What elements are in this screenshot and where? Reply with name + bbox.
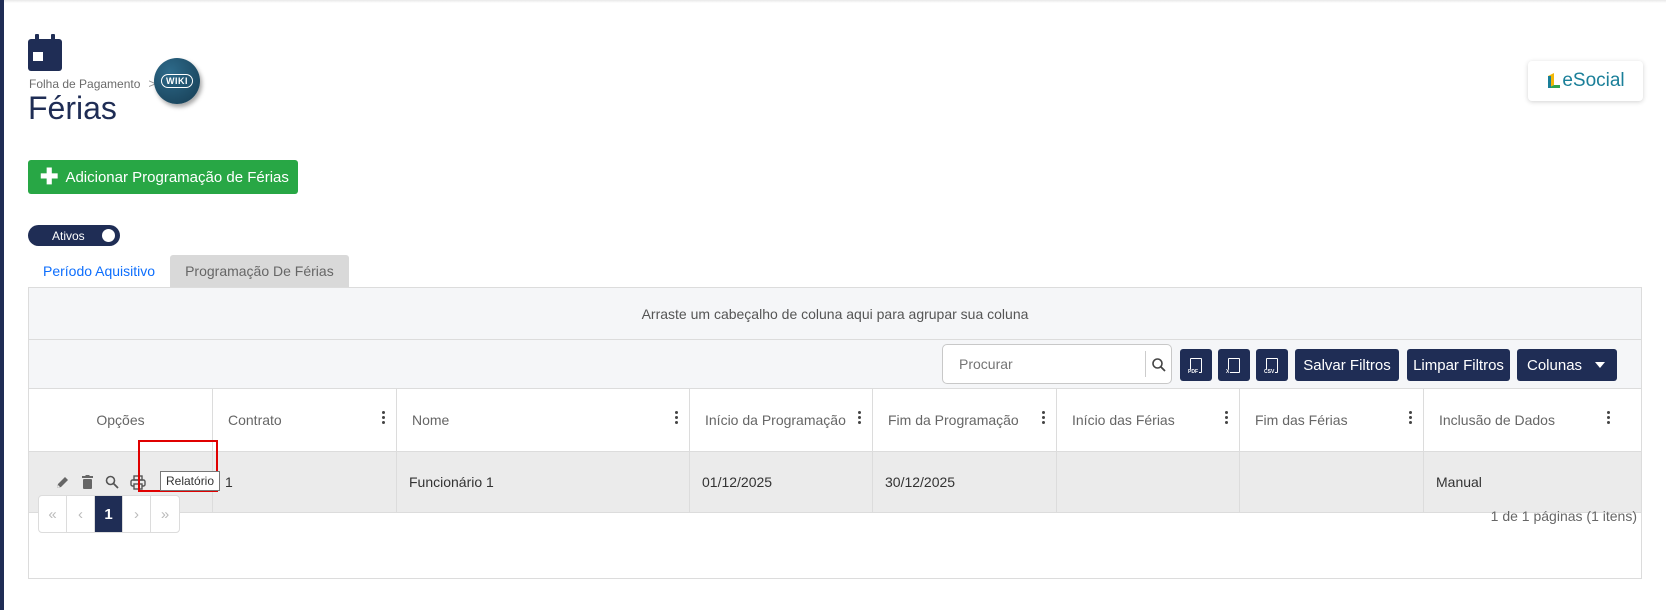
esocial-label: eSocial bbox=[1562, 70, 1625, 91]
data-grid: Arraste um cabeçalho de coluna aqui para… bbox=[28, 287, 1642, 579]
search-input[interactable] bbox=[943, 345, 1143, 383]
search-icon[interactable] bbox=[1151, 357, 1167, 373]
tab-periodo-aquisitivo[interactable]: Período Aquisitivo bbox=[28, 255, 170, 287]
print-icon[interactable] bbox=[130, 474, 146, 490]
cell-nome: Funcionário 1 bbox=[397, 452, 690, 512]
cell-fim-ferias bbox=[1240, 452, 1424, 512]
left-sidebar-strip bbox=[0, 0, 4, 610]
pager-current-page[interactable]: 1 bbox=[95, 496, 123, 532]
clear-filters-button[interactable]: Limpar Filtros bbox=[1407, 349, 1510, 381]
grid-toolbar: PDF X CSV Salvar Filtros Limpar Filtros … bbox=[29, 340, 1641, 389]
pager: « ‹ 1 › » bbox=[38, 495, 180, 533]
calendar-icon bbox=[28, 34, 62, 71]
toggle-knob bbox=[102, 229, 115, 242]
excel-icon: X bbox=[1225, 357, 1240, 375]
column-header-inclusao-dados[interactable]: Inclusão de Dados bbox=[1424, 389, 1621, 451]
export-pdf-button[interactable]: PDF bbox=[1180, 349, 1212, 381]
breadcrumb-section[interactable]: Folha de Pagamento bbox=[29, 77, 140, 91]
column-menu-icon[interactable] bbox=[675, 411, 679, 427]
search-box[interactable] bbox=[942, 344, 1172, 384]
breadcrumb: Folha de Pagamento > bbox=[29, 76, 156, 91]
search-divider bbox=[1145, 351, 1146, 377]
table-row[interactable]: 1 Funcionário 1 01/12/2025 30/12/2025 Ma… bbox=[29, 452, 1641, 513]
tabs: Período Aquisitivo Programação De Férias bbox=[28, 255, 349, 287]
column-header-inicio-ferias[interactable]: Início das Férias bbox=[1057, 389, 1240, 451]
wiki-button[interactable]: WIKI bbox=[154, 58, 200, 104]
cell-inicio-programacao: 01/12/2025 bbox=[690, 452, 873, 512]
pager-info: 1 de 1 páginas (1 itens) bbox=[1490, 508, 1637, 524]
columns-dropdown-button[interactable]: Colunas bbox=[1517, 349, 1617, 381]
grid-header-row: Opções Contrato Nome Início da Programaç… bbox=[29, 389, 1641, 452]
pdf-icon: PDF bbox=[1187, 357, 1202, 375]
column-menu-icon[interactable] bbox=[1225, 411, 1229, 427]
tab-programacao-ferias[interactable]: Programação De Férias bbox=[170, 255, 349, 287]
cell-inclusao-dados: Manual bbox=[1436, 474, 1482, 490]
page-title: Férias bbox=[28, 90, 117, 126]
column-header-opcoes[interactable]: Opções bbox=[29, 389, 213, 451]
column-header-nome[interactable]: Nome bbox=[397, 389, 690, 451]
esocial-logo-icon bbox=[1548, 73, 1561, 88]
column-menu-icon[interactable] bbox=[1409, 411, 1413, 427]
report-tooltip: Relatório bbox=[160, 471, 221, 491]
edit-icon[interactable] bbox=[55, 475, 70, 490]
esocial-button[interactable]: eSocial bbox=[1528, 61, 1643, 101]
plus-icon: ✚ bbox=[40, 164, 59, 189]
column-menu-icon[interactable] bbox=[1042, 411, 1046, 427]
toggle-label: Ativos bbox=[52, 228, 85, 243]
columns-label: Colunas bbox=[1527, 356, 1583, 374]
pager-last-button[interactable]: » bbox=[151, 496, 179, 532]
export-csv-button[interactable]: CSV bbox=[1256, 349, 1288, 381]
column-header-inicio-programacao[interactable]: Início da Programação bbox=[690, 389, 873, 451]
save-filters-button[interactable]: Salvar Filtros bbox=[1295, 349, 1399, 381]
search-icon[interactable] bbox=[105, 475, 119, 489]
add-button-label: Adicionar Programação de Férias bbox=[65, 168, 289, 186]
trash-icon[interactable] bbox=[81, 475, 94, 489]
pager-next-button[interactable]: › bbox=[123, 496, 151, 532]
active-toggle[interactable]: Ativos bbox=[28, 225, 120, 246]
column-header-fim-programacao[interactable]: Fim da Programação bbox=[873, 389, 1057, 451]
group-panel[interactable]: Arraste um cabeçalho de coluna aqui para… bbox=[29, 288, 1641, 340]
add-vacation-schedule-button[interactable]: ✚ Adicionar Programação de Férias bbox=[28, 160, 298, 194]
column-menu-icon[interactable] bbox=[382, 411, 386, 427]
pager-prev-button[interactable]: ‹ bbox=[67, 496, 95, 532]
top-shadow bbox=[4, 0, 1666, 3]
column-menu-icon[interactable] bbox=[858, 411, 862, 427]
column-header-contrato[interactable]: Contrato bbox=[213, 389, 397, 451]
column-menu-icon[interactable] bbox=[1607, 411, 1611, 427]
pager-first-button[interactable]: « bbox=[39, 496, 67, 532]
column-header-fim-ferias[interactable]: Fim das Férias bbox=[1240, 389, 1424, 451]
caret-down-icon bbox=[1595, 362, 1605, 368]
cell-contrato: 1 bbox=[213, 452, 397, 512]
wiki-label: WIKI bbox=[161, 74, 193, 88]
export-excel-button[interactable]: X bbox=[1218, 349, 1250, 381]
cell-fim-programacao: 30/12/2025 bbox=[873, 452, 1057, 512]
csv-icon: CSV bbox=[1263, 357, 1278, 375]
cell-inicio-ferias bbox=[1057, 452, 1240, 512]
